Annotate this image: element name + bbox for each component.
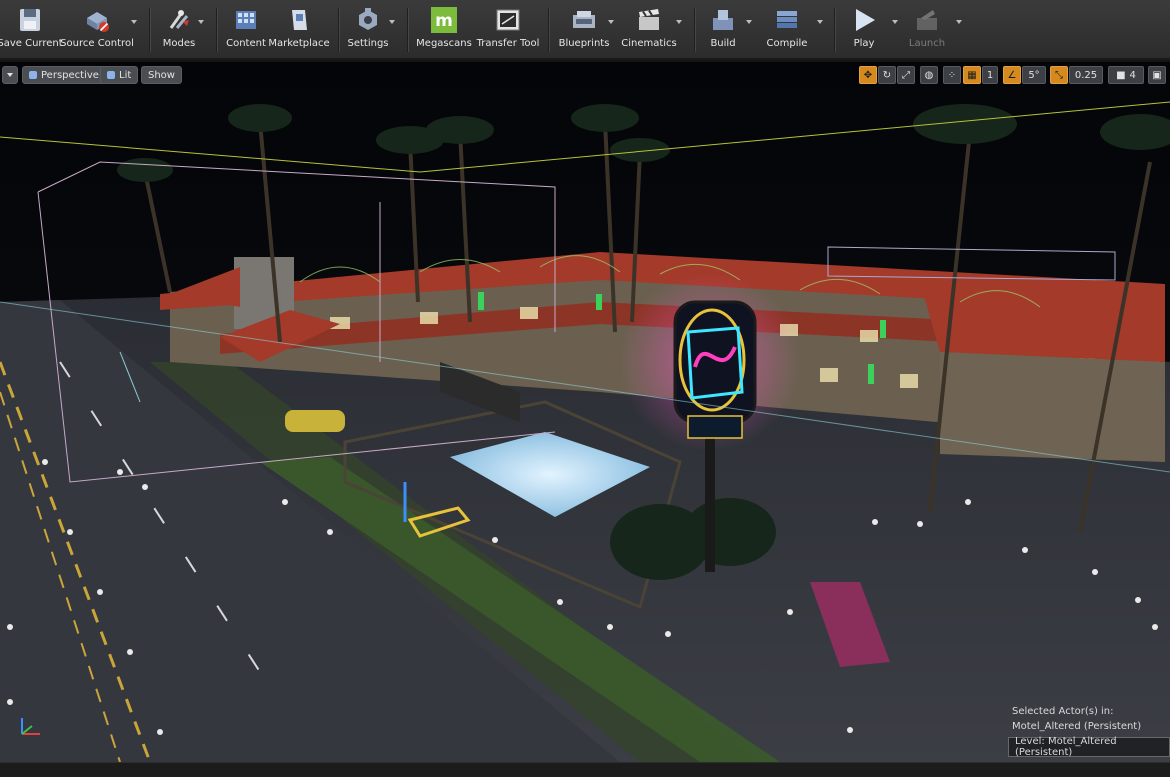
source-control-dropdown-arrow[interactable] [131, 20, 137, 24]
scale-snap-icon: ⤡ [1055, 69, 1063, 81]
maximize-viewport-button[interactable]: ▣ [1148, 66, 1166, 84]
compile-icon [777, 11, 797, 28]
cinematics-button[interactable]: Cinematics [621, 6, 677, 56]
play-dropdown-arrow[interactable] [892, 20, 898, 24]
angle-icon: ∠ [1007, 69, 1017, 81]
toolbar-separator [407, 8, 409, 52]
content-icon [236, 11, 256, 29]
toolbar-separator [834, 8, 836, 52]
main-toolbar: Save Current Source Control Modes Conten… [0, 0, 1170, 60]
megascans-icon: m [431, 7, 457, 33]
marketplace-button[interactable]: Marketplace [268, 6, 330, 56]
cinematics-icon [639, 9, 659, 30]
current-level-label: Level: Motel_Altered (Persistent) [1008, 736, 1170, 758]
launch-button: Launch [908, 6, 946, 56]
world-local-toggle[interactable]: ◍ [920, 66, 938, 84]
camera-speed-button[interactable]: ■ 4 [1108, 66, 1144, 84]
save-icon [20, 9, 40, 31]
perspective-dropdown[interactable]: Perspective [22, 66, 106, 84]
selected-actors-info: Selected Actor(s) in: Motel_Altered (Per… [1012, 706, 1142, 732]
save-current-button[interactable]: Save Current [0, 6, 63, 56]
blueprints-icon [573, 11, 595, 28]
launch-icon [917, 10, 937, 30]
lit-icon [107, 71, 115, 79]
blueprints-dropdown-arrow[interactable] [608, 20, 614, 24]
rotation-snap-value[interactable]: 5° [1022, 66, 1046, 84]
toolbar-separator [216, 8, 218, 52]
translate-mode-button[interactable]: ✥ [859, 66, 877, 84]
settings-dropdown-arrow[interactable] [389, 20, 395, 24]
marketplace-icon [292, 10, 307, 30]
cinematics-dropdown-arrow[interactable] [676, 20, 682, 24]
grid-snap-toggle[interactable]: ▦ [963, 66, 981, 84]
blueprints-button[interactable]: Blueprints [558, 6, 610, 56]
content-button[interactable]: Content [226, 6, 266, 56]
viewport-options-dropdown[interactable] [2, 66, 18, 84]
build-icon [713, 10, 733, 30]
perspective-icon [29, 71, 37, 79]
show-dropdown[interactable]: Show [141, 66, 182, 84]
view-mode-dropdown[interactable]: Lit [100, 66, 139, 84]
settings-button[interactable]: Settings [348, 6, 389, 56]
svg-text:m: m [435, 11, 453, 31]
modes-button[interactable]: Modes [160, 6, 198, 56]
toolbar-separator [548, 8, 550, 52]
level-viewport[interactable]: Perspective Lit Show ✥ ↻ ⤢ ◍ ⁘ ▦ 1 ∠ 5° … [0, 62, 1170, 762]
scale-snap-toggle[interactable]: ⤡ [1050, 66, 1068, 84]
modes-dropdown-arrow[interactable] [198, 20, 204, 24]
transfer-tool-icon [496, 9, 520, 31]
transfer-tool-button[interactable]: Transfer Tool [477, 6, 539, 56]
toolbar-separator [338, 8, 340, 52]
settings-icon [359, 8, 377, 30]
launch-dropdown-arrow[interactable] [956, 20, 962, 24]
scale-snap-value[interactable]: 0.25 [1069, 66, 1103, 84]
play-button[interactable]: Play [846, 6, 882, 56]
surface-snapping-button[interactable]: ⁘ [943, 66, 961, 84]
globe-icon: ◍ [924, 69, 934, 81]
compile-dropdown-arrow[interactable] [817, 20, 823, 24]
bottom-status-bar [0, 762, 1170, 777]
build-button[interactable]: Build [704, 6, 742, 56]
grid-snap-value[interactable]: 1 [982, 66, 998, 84]
move-icon: ✥ [863, 69, 873, 81]
chevron-down-icon [7, 73, 13, 77]
source-control-icon [87, 12, 109, 32]
surface-snap-icon: ⁘ [947, 69, 957, 81]
modes-icon [169, 10, 189, 29]
play-icon [856, 9, 875, 31]
camera-icon: ■ [1116, 69, 1126, 81]
grid-icon: ▦ [967, 69, 977, 81]
source-control-button[interactable]: Source Control [60, 6, 134, 56]
build-dropdown-arrow[interactable] [746, 20, 752, 24]
viewport-scene [0, 62, 1170, 762]
toolbar-separator [149, 8, 151, 52]
maximize-icon: ▣ [1152, 69, 1162, 81]
scale-icon: ⤢ [902, 69, 910, 81]
scale-mode-button[interactable]: ⤢ [897, 66, 915, 84]
rotation-snap-toggle[interactable]: ∠ [1003, 66, 1021, 84]
toolbar-separator [694, 8, 696, 52]
rotate-mode-button[interactable]: ↻ [878, 66, 896, 84]
megascans-button[interactable]: m Megascans [416, 6, 472, 56]
compile-button[interactable]: Compile [764, 6, 810, 56]
rotate-icon: ↻ [882, 69, 892, 81]
